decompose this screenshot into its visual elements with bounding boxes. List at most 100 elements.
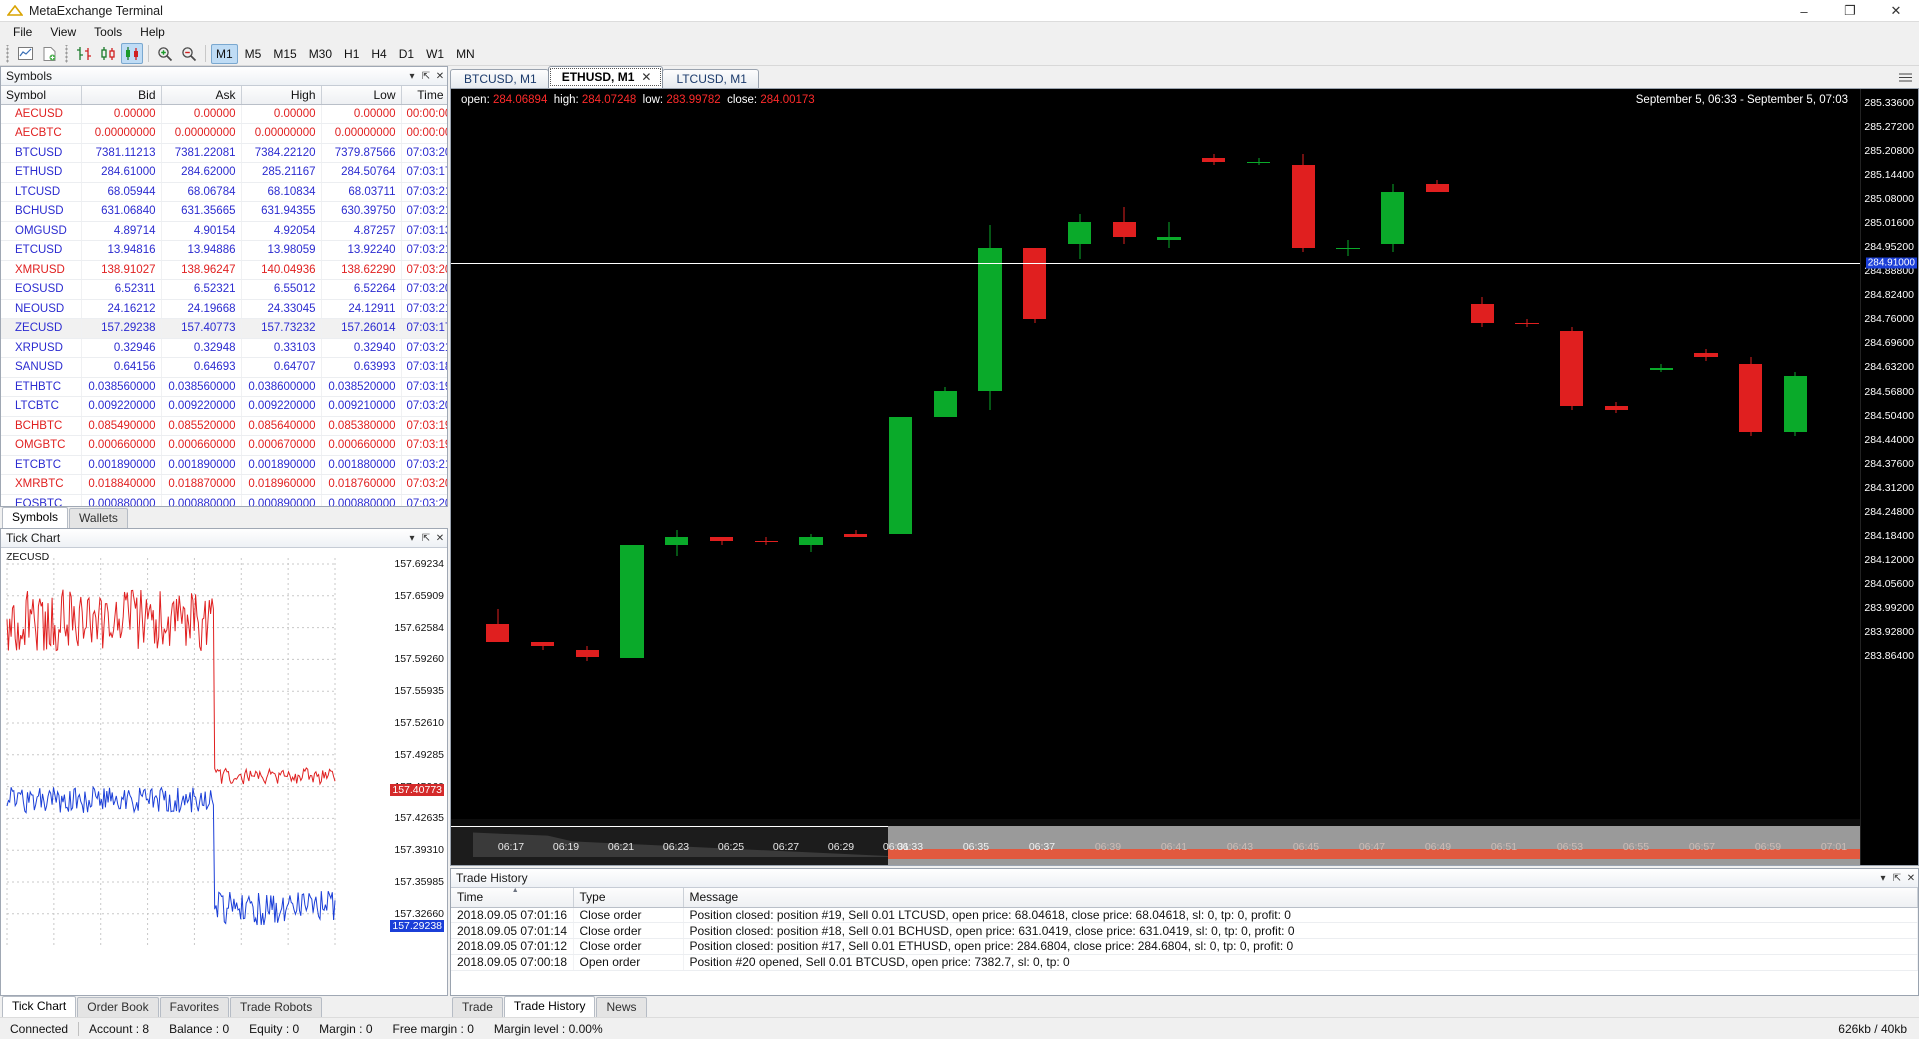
timeframe-m5[interactable]: M5 [240,44,267,64]
navigator-time-label: 06:45 [1292,841,1320,853]
candlestick-chart-icon[interactable] [121,43,143,64]
tab-favorites[interactable]: Favorites [159,997,229,1017]
tab-trade[interactable]: Trade [452,997,503,1017]
maximize-button[interactable]: ❐ [1827,0,1873,22]
line-chart-icon[interactable] [97,43,119,64]
tick-bid-badge: 157.29238 [390,920,444,932]
table-row[interactable]: XMRBTC 0.018840000 0.018870000 0.018960000 0… [1,474,447,495]
close-icon[interactable]: ✕ [433,69,447,84]
ohlc-close-value: 284.00173 [760,94,815,106]
minimize-button[interactable]: – [1781,0,1827,22]
chevron-down-icon[interactable]: ▾ [405,69,419,84]
table-row[interactable]: ZECUSD 157.29238 157.40773 157.73232 157.260… [1,318,447,339]
table-row[interactable]: AECUSD 0.00000 0.00000 0.00000 0.00000 00:00:… [1,104,447,124]
table-row[interactable]: OMGBTC 0.000660000 0.000660000 0.000670000 0… [1,435,447,456]
tab-symbols[interactable]: Symbols [2,507,69,528]
close-icon[interactable]: ✕ [641,70,651,84]
menu-item-help[interactable]: Help [131,23,174,41]
table-row[interactable]: AECBTC 0.00000000 0.00000000 0.00000000 0.00… [1,123,447,144]
zoom-in-icon[interactable] [154,43,176,64]
zoom-out-icon[interactable] [178,43,200,64]
column-symbol[interactable]: Symbol [1,86,82,105]
menu-item-file[interactable]: File [4,23,41,41]
table-row[interactable]: ETHUSD 284.61000 284.62000 285.21167 284.507… [1,162,447,183]
pin-icon[interactable]: ⇱ [419,531,433,546]
tab-trade-robots[interactable]: Trade Robots [229,997,323,1017]
table-row[interactable]: BCHUSD 631.06840 631.35665 631.94355 630.397… [1,201,447,222]
column-time[interactable]: Time [451,887,574,908]
timeframe-h4[interactable]: H4 [366,44,391,64]
navigator-time-label: 06:27 [772,841,800,853]
table-row[interactable]: SANUSD 0.64156 0.64693 0.64707 0.63993 07:03:… [1,357,447,378]
timeframe-w1[interactable]: W1 [421,44,449,64]
table-row[interactable]: XMRUSD 138.91027 138.96247 140.04936 138.622… [1,260,447,280]
chart-tab-ethusd[interactable]: ETHUSD, M1 ✕ [547,66,664,88]
column-ask[interactable]: Ask [161,86,242,105]
new-document-icon[interactable] [38,43,60,64]
column-message[interactable]: Message [683,888,1918,908]
table-row[interactable]: ETCUSD 13.94816 13.94886 13.98059 13.92240 07… [1,240,447,261]
column-bid[interactable]: Bid [81,86,162,105]
toolbar-grip-2[interactable] [63,44,70,63]
table-row[interactable]: 2018.09.05 07:01:14 Close order Position c… [451,922,1918,940]
message-value: Position closed: position #19, Sell 0.01… [683,907,1918,924]
tab-trade-history[interactable]: Trade History [503,996,596,1017]
timeframe-m15[interactable]: M15 [268,44,301,64]
menu-item-tools[interactable]: Tools [85,23,131,41]
chart-tab-ltcusd[interactable]: LTCUSD, M1 [662,69,759,88]
table-row[interactable]: ETHBTC 0.038560000 0.038560000 0.038600000 0… [1,377,447,397]
price-chart-canvas[interactable]: open: 284.06894 high: 284.07248 low: 283… [451,89,1918,865]
tab-order-book[interactable]: Order Book [77,997,159,1017]
pin-icon[interactable]: ⇱ [1890,871,1904,886]
column-type[interactable]: Type [573,888,684,908]
pin-icon[interactable]: ⇱ [419,69,433,84]
tab-wallets[interactable]: Wallets [69,508,128,528]
timeframe-mn[interactable]: MN [451,44,480,64]
candle-body [665,537,689,545]
tab-tick-chart[interactable]: Tick Chart [2,996,77,1017]
timeframe-m30[interactable]: M30 [304,44,337,64]
high-value: 631.94355 [241,201,322,222]
column-low[interactable]: Low [321,86,402,105]
bar-chart-icon[interactable] [73,43,95,64]
chart-price-axis[interactable]: 285.33600 285.27200 285.20800 285.14400 285.… [1860,89,1918,865]
table-row[interactable]: EOSBTC 0.000880000 0.000880000 0.000890000 0… [1,494,447,506]
tick-chart-canvas[interactable]: ZECUSD 157.69234 157.65909 157.62584 157.59… [1,548,447,995]
chevron-down-icon[interactable]: ▾ [1876,871,1890,886]
table-row[interactable]: ETCBTC 0.001890000 0.001890000 0.001890000 0… [1,455,447,475]
chevron-down-icon[interactable]: ▾ [405,531,419,546]
table-row[interactable]: XRPUSD 0.32946 0.32948 0.33103 0.32940 07:03:… [1,338,447,358]
chart-tab-btcusd[interactable]: BTCUSD, M1 [450,69,549,88]
table-row[interactable]: OMGUSD 4.89714 4.90154 4.92054 4.87257 07:03:… [1,221,447,241]
menu-item-view[interactable]: View [41,23,85,41]
close-icon[interactable]: ✕ [433,531,447,546]
table-row[interactable]: BCHBTC 0.085490000 0.085520000 0.085640000 0… [1,416,447,436]
ask-value: 0.000660000 [161,435,242,456]
table-row[interactable]: LTCBTC 0.009220000 0.009220000 0.009220000 0… [1,396,447,417]
timeframe-d1[interactable]: D1 [394,44,419,64]
column-time[interactable]: Time [401,86,447,105]
table-row[interactable]: 2018.09.05 07:01:16 Close order Position c… [451,907,1918,924]
tab-news[interactable]: News [596,997,647,1017]
timeframe-m1[interactable]: M1 [211,43,238,64]
table-row[interactable]: BTCUSD 7381.11213 7381.22081 7384.22120 7379… [1,143,447,163]
time-value: 07:03:21 [401,201,447,222]
trade-history-tabstrip: Trade Trade History News [450,996,1919,1017]
close-button[interactable]: ✕ [1873,0,1919,22]
new-chart-icon[interactable] [14,43,36,64]
table-row[interactable]: 2018.09.05 07:00:18 Open order Position #2… [451,954,1918,971]
hamburger-menu-icon[interactable] [1899,71,1912,85]
high-value: 0.001890000 [241,455,322,475]
table-row[interactable]: NEOUSD 24.16212 24.19668 24.33045 24.12911 07… [1,299,447,319]
high-value: 7384.22120 [241,143,322,163]
table-row[interactable]: 2018.09.05 07:01:12 Close order Position c… [451,938,1918,955]
ohlc-open-label: open: [461,94,490,106]
toolbar-grip[interactable] [4,44,11,63]
table-row[interactable]: EOSUSD 6.52311 6.52321 6.55012 6.52264 07:03:… [1,279,447,300]
table-row[interactable]: LTCUSD 68.05944 68.06784 68.10834 68.03711 07… [1,182,447,202]
close-icon[interactable]: ✕ [1904,871,1918,886]
column-high[interactable]: High [241,86,322,105]
time-value: 07:03:17 [401,318,447,339]
chart-navigator[interactable]: 06:17 06:19 06:21 06:23 06:25 06:27 06:29 06:31… [451,819,1860,865]
timeframe-h1[interactable]: H1 [339,44,364,64]
